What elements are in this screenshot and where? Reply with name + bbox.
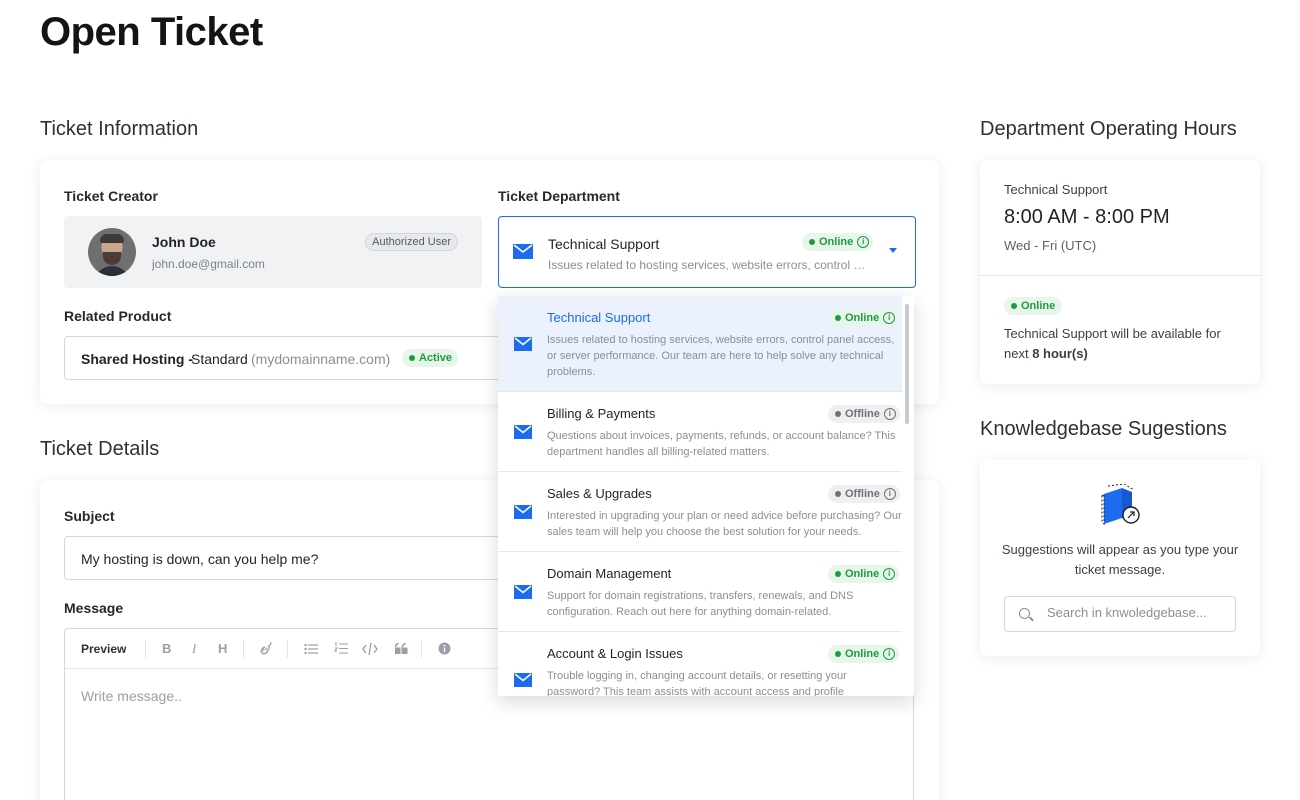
ticket-information-heading: Ticket Information bbox=[40, 118, 199, 140]
product-domain: (mydomainname.com) bbox=[251, 351, 391, 367]
department-option-description: Trouble logging in, changing account det… bbox=[547, 670, 847, 696]
info-icon: i bbox=[857, 236, 870, 248]
department-option-name: Technical Support bbox=[547, 310, 651, 325]
envelope-icon bbox=[514, 505, 532, 519]
kb-suggestions-card: Suggestions will appear as you type your… bbox=[980, 460, 1260, 656]
status-badge: Online i bbox=[828, 645, 900, 663]
status-badge: Online i bbox=[802, 233, 874, 251]
hours-days: Wed - Fri (UTC) bbox=[1004, 238, 1097, 253]
kb-search-input[interactable] bbox=[1047, 605, 1227, 620]
kb-suggestions-text: Suggestions will appear as you type your… bbox=[1001, 542, 1239, 577]
knowledgebase-book-icon bbox=[1101, 484, 1140, 526]
department-option-description: Issues related to hosting services, webs… bbox=[547, 334, 895, 378]
message-label: Message bbox=[64, 600, 124, 616]
message-placeholder: Write message.. bbox=[81, 688, 182, 704]
numbered-list-icon[interactable] bbox=[334, 642, 348, 655]
department-option-name: Account & Login Issues bbox=[547, 646, 683, 661]
department-option[interactable]: Billing & Payments Offline i Questions ab… bbox=[498, 392, 902, 472]
envelope-icon bbox=[514, 425, 532, 439]
department-option-name: Billing & Payments bbox=[547, 406, 656, 421]
related-product-select[interactable]: Shared Hosting - Standard (mydomainname.… bbox=[64, 336, 524, 380]
info-icon: i bbox=[883, 488, 896, 500]
help-icon[interactable] bbox=[438, 642, 451, 655]
availability-text: Technical Support will be available for … bbox=[1004, 326, 1221, 361]
page-title: Open Ticket bbox=[40, 10, 263, 54]
department-option[interactable]: Domain Management Online i Support for do… bbox=[498, 552, 902, 632]
info-icon: i bbox=[883, 568, 896, 580]
operating-hours-card: Technical Support 8:00 AM - 8:00 PM Wed … bbox=[980, 160, 1260, 384]
kb-suggestions-heading: Knowledgebase Sugestions bbox=[980, 418, 1227, 440]
creator-name: John Doe bbox=[152, 234, 216, 250]
ticket-creator-box: John Doe john.doe@gmail.com Authorized U… bbox=[64, 216, 482, 288]
product-plan: Standard bbox=[191, 351, 248, 367]
bold-icon[interactable]: B bbox=[162, 641, 171, 656]
info-icon: i bbox=[883, 312, 896, 324]
hours-department: Technical Support bbox=[1004, 182, 1108, 197]
department-option[interactable]: Sales & Upgrades Offline i Interested in … bbox=[498, 472, 902, 552]
status-badge: Offline i bbox=[828, 485, 900, 503]
status-badge: Offline i bbox=[828, 405, 900, 423]
avatar bbox=[88, 228, 136, 276]
italic-icon[interactable]: I bbox=[192, 641, 196, 657]
info-icon: i bbox=[883, 648, 896, 660]
hours-time: 8:00 AM - 8:00 PM bbox=[1004, 206, 1170, 228]
preview-tab[interactable]: Preview bbox=[81, 642, 126, 656]
department-dropdown: Technical Support Online i Issues related… bbox=[498, 296, 914, 696]
divider bbox=[980, 275, 1260, 276]
search-icon bbox=[1019, 608, 1030, 619]
department-option-name: Sales & Upgrades bbox=[547, 486, 652, 501]
ticket-creator-label: Ticket Creator bbox=[64, 188, 158, 204]
code-icon[interactable] bbox=[362, 642, 378, 656]
kb-search-field[interactable] bbox=[1004, 596, 1236, 632]
selected-department-description: Issues related to hosting services, webs… bbox=[548, 258, 871, 272]
envelope-icon bbox=[514, 585, 532, 599]
bullet-list-icon[interactable] bbox=[304, 643, 318, 655]
product-name: Shared Hosting - bbox=[81, 351, 194, 367]
authorized-user-badge: Authorized User bbox=[365, 233, 458, 251]
subject-value: My hosting is down, can you help me? bbox=[81, 551, 319, 567]
department-option-description: Questions about invoices, payments, refu… bbox=[547, 430, 896, 458]
department-option-description: Support for domain registrations, transf… bbox=[547, 590, 854, 618]
link-icon[interactable] bbox=[259, 642, 273, 656]
status-badge: Online bbox=[1004, 297, 1063, 315]
envelope-icon bbox=[513, 244, 533, 259]
selected-department-name: Technical Support bbox=[548, 236, 660, 252]
related-product-label: Related Product bbox=[64, 308, 172, 324]
department-select[interactable]: Technical Support Online i Issues related… bbox=[498, 216, 916, 288]
department-option-name: Domain Management bbox=[547, 566, 672, 581]
ticket-department-label: Ticket Department bbox=[498, 188, 620, 204]
creator-email: john.doe@gmail.com bbox=[152, 257, 265, 271]
envelope-icon bbox=[514, 673, 532, 687]
department-option[interactable]: Account & Login Issues Online i Trouble l… bbox=[498, 632, 902, 696]
heading-icon[interactable]: H bbox=[218, 641, 227, 656]
department-option[interactable]: Technical Support Online i Issues related… bbox=[498, 296, 902, 392]
availability-hours: 8 hour(s) bbox=[1032, 346, 1088, 361]
subject-label: Subject bbox=[64, 508, 115, 524]
department-option-description: Interested in upgrading your plan or nee… bbox=[547, 510, 902, 538]
product-status-badge: Active bbox=[402, 349, 459, 367]
status-badge: Online i bbox=[828, 565, 900, 583]
chevron-down-icon[interactable] bbox=[889, 248, 897, 253]
dropdown-scrollbar[interactable] bbox=[905, 304, 909, 424]
envelope-icon bbox=[514, 337, 532, 351]
operating-hours-heading: Department Operating Hours bbox=[980, 118, 1237, 140]
info-icon: i bbox=[883, 408, 896, 420]
status-badge: Online i bbox=[828, 309, 900, 327]
quote-icon[interactable] bbox=[395, 643, 408, 654]
ticket-details-heading: Ticket Details bbox=[40, 438, 160, 460]
